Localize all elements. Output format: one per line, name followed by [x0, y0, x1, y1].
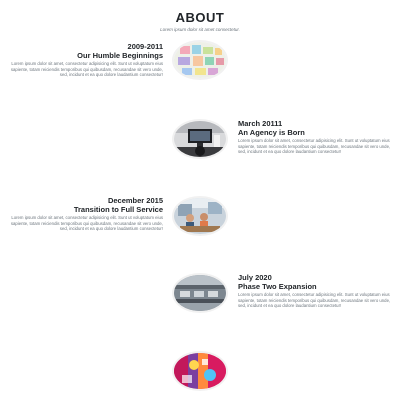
timeline: 2009-2011 Our Humble Beginnings Lorem ip… [0, 0, 400, 400]
office-meeting-photo-icon [174, 198, 226, 234]
colorful-mural-photo-icon [174, 353, 226, 389]
timeline-text-4: July 2020 Phase Two Expansion Lorem ipsu… [238, 273, 398, 309]
open-office-photo-icon [174, 275, 226, 311]
art-supplies-photo-icon [174, 42, 226, 78]
computer-desk-photo-icon [174, 121, 226, 157]
timeline-text-1: 2009-2011 Our Humble Beginnings Lorem ip… [2, 42, 163, 78]
timeline-text-2: March 20111 An Agency is Born Lorem ipsu… [238, 119, 398, 155]
timeline-heading: Our Humble Beginnings [77, 51, 163, 60]
timeline-date: December 2015 [107, 196, 163, 205]
timeline-body: Lorem ipsum dolor sit amet, consectetur … [238, 292, 391, 309]
timeline-date: 2009-2011 [127, 42, 163, 51]
timeline-body: Lorem ipsum dolor sit amet, consectetur … [10, 61, 163, 78]
timeline-date: July 2020 [238, 273, 272, 282]
timeline-heading: Transition to Full Service [73, 205, 163, 214]
timeline-body: Lorem ipsum dolor sit amet, consectetur … [10, 215, 163, 232]
timeline-heading: An Agency is Born [238, 128, 305, 137]
timeline-text-3: December 2015 Transition to Full Service… [2, 196, 163, 232]
timeline-body: Lorem ipsum dolor sit amet, consectetur … [238, 138, 391, 155]
timeline-date: March 20111 [238, 119, 283, 128]
timeline-heading: Phase Two Expansion [238, 282, 317, 291]
